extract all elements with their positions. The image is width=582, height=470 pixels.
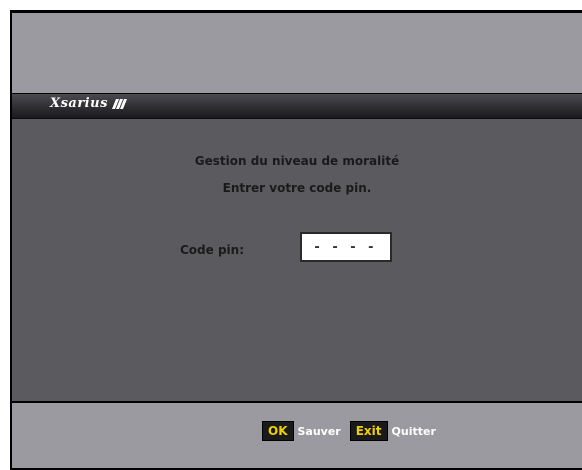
dialog-instruction: Entrer votre code pin. (222, 181, 372, 195)
ok-key-label: Sauver (297, 424, 341, 438)
parental-control-dialog: Gestion du niveau de moralité Entrer vot… (12, 119, 582, 401)
top-band (12, 13, 582, 93)
footer-bar: OK Sauver Exit Quitter (12, 403, 582, 468)
exit-key-label: Quitter (391, 424, 436, 438)
exit-key-button[interactable]: Exit (349, 421, 388, 441)
logo-bar: Xsarius (12, 94, 582, 119)
dialog-title: Gestion du niveau de moralité (194, 154, 400, 168)
pin-input[interactable]: - - - - (300, 232, 392, 262)
tv-screen: Xsarius Gestion du niveau de moralité En… (10, 10, 582, 470)
logo-stripes-icon (111, 98, 127, 109)
brand-logo: Xsarius (50, 96, 128, 111)
pin-value: - - - - (314, 239, 378, 255)
ok-key-button[interactable]: OK (262, 421, 294, 441)
key-hints: OK Sauver Exit Quitter (262, 421, 445, 441)
pin-label: Code pin: (180, 243, 245, 257)
logo-text: Xsarius (50, 96, 108, 111)
